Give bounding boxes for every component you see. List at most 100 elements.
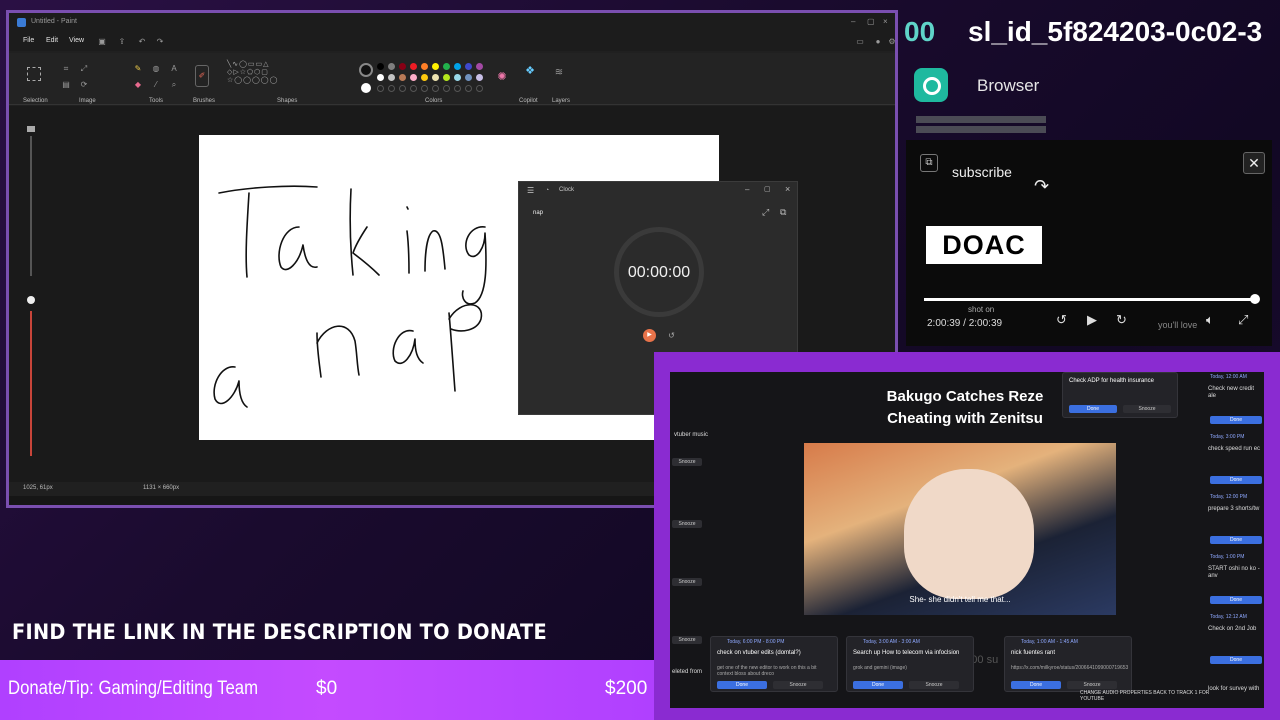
video-progress-bar[interactable] [924,298,1254,301]
done-button[interactable]: Done [1210,596,1262,604]
color-swatch[interactable] [476,63,483,70]
color-swatch[interactable] [421,74,428,81]
size-slider-handle[interactable] [27,296,35,304]
snooze-button[interactable]: Snooze [1123,405,1171,413]
empty-color-swatch[interactable] [421,85,428,92]
snooze-button[interactable]: Snooze [672,458,702,466]
done-button[interactable]: Done [717,681,767,689]
empty-color-swatch[interactable] [410,85,417,92]
forward-icon[interactable]: ↻ [1116,312,1127,328]
color-swatch[interactable] [377,63,384,70]
magnifier-icon[interactable]: ⌕ [169,81,179,89]
snooze-button[interactable]: Snooze [773,681,823,689]
done-button[interactable]: Done [1210,416,1262,424]
minimize-icon[interactable]: – [851,17,855,26]
clock-minimize-icon[interactable]: – [745,185,749,194]
layers-icon[interactable]: ≋ [554,68,564,78]
color-swatch[interactable] [388,63,395,70]
redo-icon[interactable]: ↷ [155,38,165,46]
color-swatch[interactable] [465,63,472,70]
snooze-button[interactable]: Snooze [672,636,702,644]
resize-icon[interactable]: ⤢ [79,65,89,73]
text-icon[interactable]: A [169,65,179,73]
snooze-button[interactable]: Snooze [672,578,702,586]
color-picker-icon[interactable]: ⁄ [151,81,161,89]
done-button[interactable]: Done [1069,405,1117,413]
color-swatch[interactable] [388,74,395,81]
menu-file[interactable]: File [23,37,34,44]
zoom-slider-track[interactable] [30,136,32,276]
image-icon[interactable]: ▤ [61,81,71,89]
color-swatch[interactable] [454,74,461,81]
snooze-button[interactable]: Snooze [1067,681,1117,689]
undo-icon[interactable]: ↶ [137,38,147,46]
picture-in-picture-icon[interactable]: ⧉ [920,154,938,172]
color-swatch[interactable] [432,74,439,81]
maximize-icon[interactable]: ▢ [867,17,875,26]
color-swatch[interactable] [454,63,461,70]
color-swatch[interactable] [410,74,417,81]
done-button[interactable]: Done [1210,536,1262,544]
secondary-color-swatch[interactable] [361,83,371,93]
anime-video-frame[interactable]: She- she didn't tell me that... [804,443,1116,615]
color-swatch[interactable] [476,74,483,81]
volume-icon[interactable]: 🔈︎ [1206,312,1214,328]
copilot-icon[interactable]: ❖ [525,66,535,77]
settings-icon[interactable]: ⚙ [887,38,895,46]
pin-icon[interactable]: ⧉ [780,207,786,218]
color-swatch[interactable] [399,74,406,81]
menu-view[interactable]: View [69,37,84,44]
size-slider-track[interactable] [30,311,32,456]
comment-icon[interactable]: ▭ [855,38,865,46]
browser-icon[interactable] [914,68,948,102]
done-button[interactable]: Done [1210,656,1262,664]
close-icon[interactable]: × [883,17,888,26]
expand-icon[interactable]: ⤢ [762,207,769,218]
color-swatch[interactable] [377,74,384,81]
play-button[interactable]: ▶ [643,329,656,342]
snooze-button[interactable]: Snooze [672,520,702,528]
rewind-icon[interactable]: ↺ [1056,312,1067,328]
brush-icon[interactable]: ✐ [195,65,209,87]
selection-icon[interactable] [27,67,41,81]
empty-color-swatch[interactable] [465,85,472,92]
fill-icon[interactable]: ◍ [151,65,161,73]
color-swatch[interactable] [421,63,428,70]
video-player[interactable]: ⧉ subscribe ↷ DOAC ✕ shot on 2:00:39 / 2… [906,140,1272,346]
snooze-button[interactable]: Snooze [909,681,959,689]
share-icon[interactable]: ⇪ [117,38,127,46]
eraser-icon[interactable]: ◆ [133,81,143,89]
primary-color-swatch[interactable] [359,63,373,77]
color-swatch[interactable] [399,63,406,70]
fullscreen-icon[interactable]: ⤢ [1238,312,1248,328]
zoom-slider-handle[interactable] [27,126,35,132]
close-video-button[interactable]: ✕ [1243,152,1265,174]
rotate-icon[interactable]: ⟳ [79,81,89,89]
color-swatch[interactable] [443,63,450,70]
menu-edit[interactable]: Edit [46,37,58,44]
empty-color-swatch[interactable] [399,85,406,92]
shapes-gallery[interactable]: ╲∿◯▭▭△ ◇▷☆⬠⬡▢ ☆◯◯◯◯◯ [227,61,299,93]
account-icon[interactable]: ● [873,38,883,46]
clock-maximize-icon[interactable]: ▢ [764,185,771,193]
empty-color-swatch[interactable] [388,85,395,92]
empty-color-swatch[interactable] [377,85,384,92]
color-swatch[interactable] [410,63,417,70]
done-button[interactable]: Done [1210,476,1262,484]
clock-close-icon[interactable]: × [785,184,790,194]
hamburger-icon[interactable]: ☰ [527,186,534,195]
empty-color-swatch[interactable] [476,85,483,92]
color-swatch[interactable] [443,74,450,81]
play-icon[interactable]: ▶ [1087,312,1097,328]
color-swatch[interactable] [465,74,472,81]
save-icon[interactable]: ▣ [97,38,107,46]
video-progress-knob[interactable] [1250,294,1260,304]
color-swatch[interactable] [432,63,439,70]
empty-color-swatch[interactable] [443,85,450,92]
crop-icon[interactable]: ⌗ [61,65,71,73]
reset-button[interactable]: ↺ [665,329,678,342]
pencil-icon[interactable]: ✎ [133,65,143,73]
done-button[interactable]: Done [1011,681,1061,689]
done-button[interactable]: Done [853,681,903,689]
empty-color-swatch[interactable] [432,85,439,92]
